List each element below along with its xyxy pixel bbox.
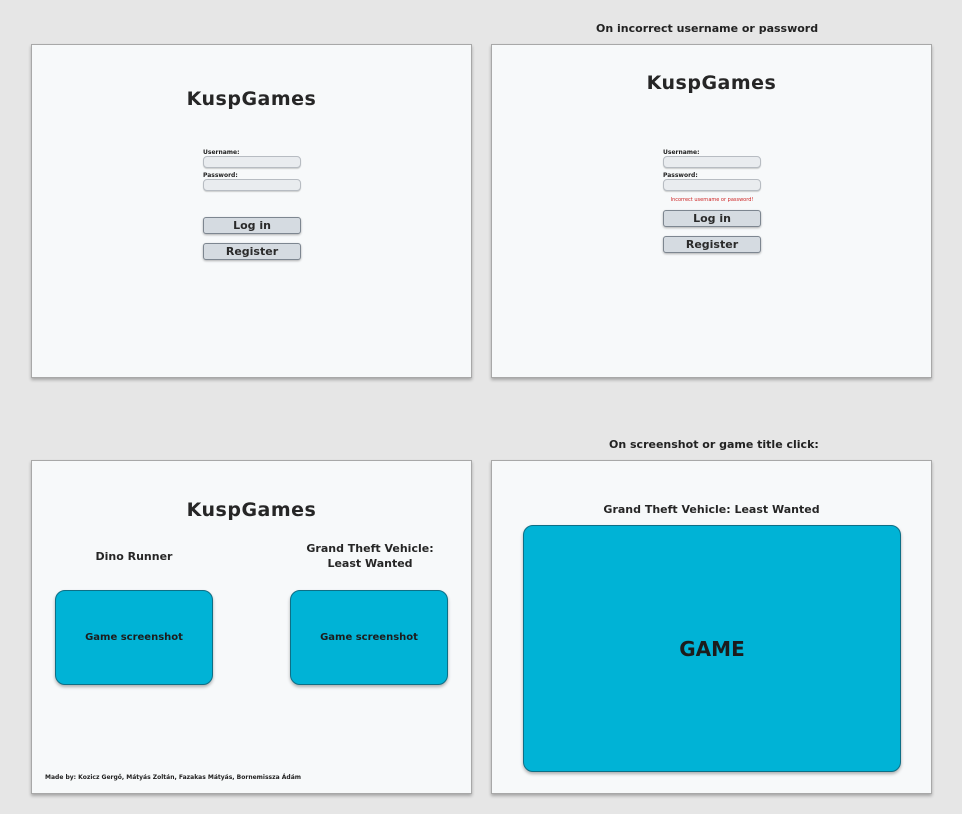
game-list-panel: KuspGames Dino Runner Grand Theft Vehicl… xyxy=(31,460,472,794)
password-label: Password: xyxy=(203,172,238,179)
register-button[interactable]: Register xyxy=(663,236,761,253)
caption-incorrect-login: On incorrect username or password xyxy=(596,22,819,35)
login-error-message: Incorrect username or password! xyxy=(670,197,754,203)
username-input[interactable] xyxy=(203,156,301,168)
game-view-title: Grand Theft Vehicle: Least Wanted xyxy=(603,503,820,516)
username-input[interactable] xyxy=(663,156,761,168)
game-title-dino-runner[interactable]: Dino Runner xyxy=(55,549,213,564)
login-form: Username: Password: Incorrect username o… xyxy=(663,149,761,253)
game-title-gtv[interactable]: Grand Theft Vehicle: Least Wanted xyxy=(295,541,445,571)
caption-game-click: On screenshot or game title click: xyxy=(609,438,819,451)
game-screenshot-gtv[interactable]: Game screenshot xyxy=(290,590,448,685)
login-button[interactable]: Log in xyxy=(663,210,761,227)
login-error-panel: KuspGames Username: Password: Incorrect … xyxy=(491,44,932,378)
game-screenshot-dino-runner[interactable]: Game screenshot xyxy=(55,590,213,685)
username-label: Username: xyxy=(203,149,240,156)
login-panel: KuspGames Username: Password: Log in Reg… xyxy=(31,44,472,378)
password-input[interactable] xyxy=(663,179,761,191)
password-label: Password: xyxy=(663,172,698,179)
app-title: KuspGames xyxy=(186,499,317,521)
app-title: KuspGames xyxy=(646,72,777,94)
app-title: KuspGames xyxy=(186,88,317,110)
game-view-panel: Grand Theft Vehicle: Least Wanted GAME xyxy=(491,460,932,794)
login-button[interactable]: Log in xyxy=(203,217,301,234)
username-label: Username: xyxy=(663,149,700,156)
game-canvas[interactable]: GAME xyxy=(523,525,901,772)
login-form: Username: Password: Log in Register xyxy=(203,149,301,260)
password-input[interactable] xyxy=(203,179,301,191)
footer-credits: Made by: Kozicz Gergő, Mátyás Zoltán, Fa… xyxy=(45,774,301,781)
register-button[interactable]: Register xyxy=(203,243,301,260)
